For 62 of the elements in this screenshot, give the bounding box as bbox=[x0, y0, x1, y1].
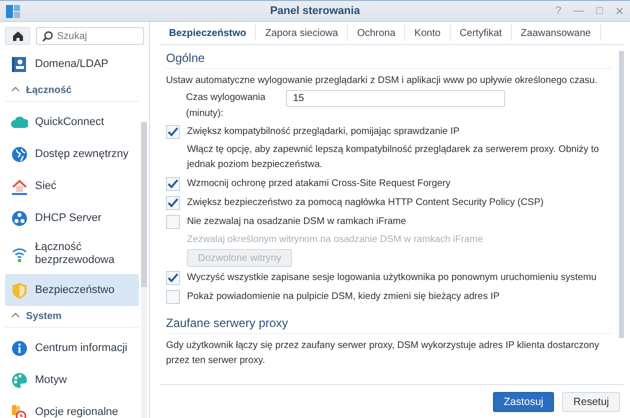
house-icon bbox=[11, 178, 28, 194]
input-field[interactable]: 15 bbox=[286, 90, 505, 107]
control-panel-logo-icon bbox=[6, 4, 20, 18]
sidebar-group-header[interactable]: Łączność bbox=[5, 80, 139, 102]
apply-button[interactable]: Zastosuj bbox=[492, 392, 554, 412]
sidebar-group-header[interactable]: System bbox=[5, 306, 139, 328]
description-text: Gdy użytkownik łączy się przez zaufany serwer proxy, DSM wykorzystuje adres IP klienta dostarczony przez ten serwer proxy. bbox=[166, 339, 600, 368]
sidebar-item[interactable]: Sieć bbox=[5, 170, 139, 202]
field-label: Czas wylogowania (minuty): bbox=[186, 91, 266, 121]
sidebar-item[interactable]: Łączność bezprzewodowa bbox=[5, 234, 139, 274]
sidebar-item[interactable]: Dostęp zewnętrzny bbox=[5, 138, 139, 170]
user-book-icon bbox=[11, 56, 28, 72]
tab[interactable]: Ochrona bbox=[348, 25, 406, 41]
info-icon bbox=[11, 340, 28, 356]
check-icon bbox=[167, 126, 179, 137]
checkbox-label: Zwiększ kompatybilność przeglądarki, pomijając sprawdzanie IP bbox=[187, 125, 460, 139]
check-icon bbox=[167, 197, 179, 208]
option-note: Zezwalaj określonym witrynom na osadzanie DSM w ramkach iFrame bbox=[186, 233, 484, 247]
search-field[interactable]: Szukaj bbox=[36, 27, 144, 45]
scrollbar[interactable] bbox=[141, 122, 147, 418]
tab[interactable]: Zaawansowane bbox=[512, 25, 601, 41]
section-heading: Zaufane serwery proxy bbox=[166, 310, 611, 334]
checkbox[interactable] bbox=[166, 196, 180, 210]
checkbox-label: Wyczyść wszystkie zapisane sesje logowania użytkownika po ponownym uruchomieniu systemu bbox=[187, 271, 596, 285]
checkbox[interactable] bbox=[166, 214, 180, 228]
sidebar-item[interactable]: Bezpieczeństwo bbox=[5, 274, 139, 306]
sidebar-item[interactable]: QuickConnect bbox=[5, 106, 139, 138]
home-icon bbox=[12, 30, 24, 42]
search-icon bbox=[42, 31, 53, 42]
palette-icon bbox=[11, 372, 28, 388]
checkbox-label: Nie zezwalaj na osadzanie DSM w ramkach iFrame bbox=[187, 215, 406, 229]
home-button[interactable] bbox=[5, 27, 30, 45]
clock-icon bbox=[11, 404, 28, 418]
option-note: Włącz tę opcję, aby zapewnić lepszą kompatybilność przeglądarek za serwerem proxy. Obniży to jednak poziom bezpieczeństwa. bbox=[186, 143, 600, 172]
reset-button[interactable]: Resetuj bbox=[562, 392, 620, 412]
tab[interactable]: Bezpieczeństwo bbox=[160, 25, 256, 41]
tab[interactable]: Konto bbox=[405, 25, 451, 41]
checkbox-label: Wzmocnij ochronę przed atakami Cross-Site Request Forgery bbox=[187, 177, 450, 191]
sidebar-item[interactable]: Domena/LDAP bbox=[5, 48, 139, 80]
sidebar-item[interactable]: Opcje regionalne bbox=[5, 396, 139, 418]
tab[interactable]: Certyfikat bbox=[450, 25, 512, 41]
sidebar-item[interactable]: DHCP Server bbox=[5, 202, 139, 234]
window-title: Panel sterowania bbox=[270, 5, 360, 17]
check-icon bbox=[167, 178, 179, 189]
checkbox-label: Pokaż powiadomienie na pulpicie DSM, kiedy zmieni się bieżący adres IP bbox=[187, 290, 500, 304]
checkbox[interactable] bbox=[166, 270, 180, 284]
network-icon bbox=[11, 210, 28, 226]
shield-icon bbox=[11, 282, 28, 298]
checkbox[interactable] bbox=[166, 124, 180, 138]
wifi-icon bbox=[11, 246, 28, 262]
sidebar-item[interactable]: Centrum informacji bbox=[5, 332, 139, 364]
checkbox[interactable] bbox=[166, 176, 180, 190]
section-heading: Ogólne bbox=[166, 45, 611, 69]
scrollbar[interactable] bbox=[619, 51, 624, 338]
cloud-icon bbox=[11, 114, 28, 130]
check-icon bbox=[167, 272, 179, 283]
globe-icon bbox=[11, 146, 28, 162]
tab[interactable]: Zapora sieciowa bbox=[256, 25, 348, 41]
checkbox-label: Zwiększ bezpieczeństwo za pomocą nagłówka HTTP Content Security Policy (CSP) bbox=[187, 196, 544, 210]
checkbox[interactable] bbox=[166, 290, 180, 304]
sidebar-item[interactable]: Motyw bbox=[5, 364, 139, 396]
description-text: Ustaw automatyczne wylogowanie przeglądarki z DSM i aplikacji www po upływie określonego czasu. bbox=[166, 74, 598, 88]
